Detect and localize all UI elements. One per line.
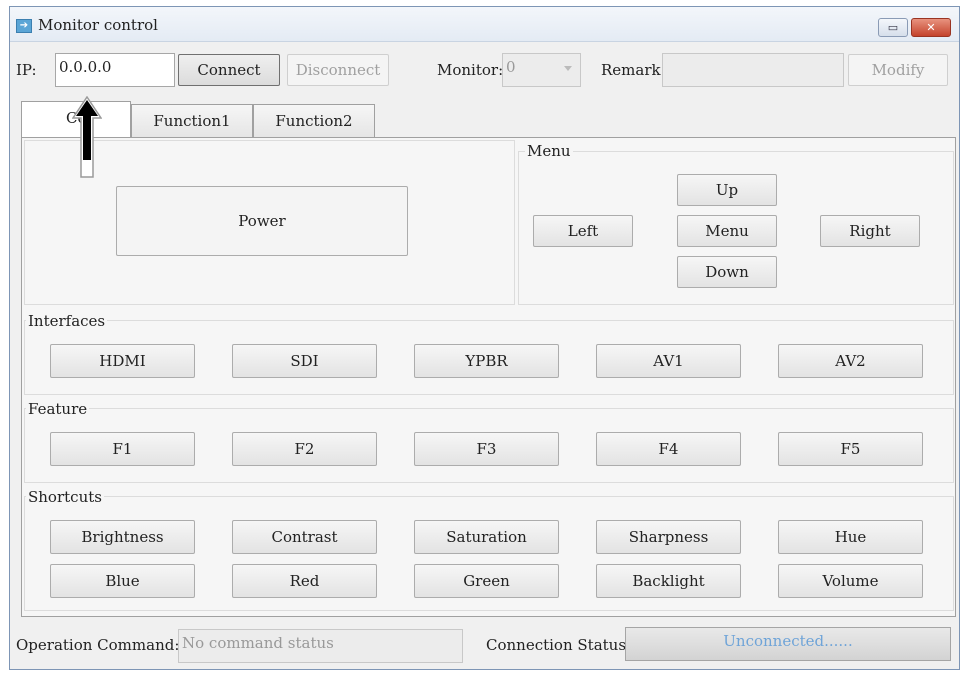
operation-command-label: Operation Command: xyxy=(16,636,180,654)
disconnect-button[interactable]: Disconnect xyxy=(287,54,389,86)
menu-up-button[interactable]: Up xyxy=(677,174,777,206)
menu-down-button[interactable]: Down xyxy=(677,256,777,288)
shortcut-contrast-button[interactable]: Contrast xyxy=(232,520,377,554)
connection-status-indicator: Unconnected...... xyxy=(625,627,951,661)
control-tab-panel: Power Menu Up Left Menu Right Down Inter… xyxy=(21,137,956,617)
interface-ypbr-button[interactable]: YPBR xyxy=(414,344,559,378)
feature-f3-button[interactable]: F3 xyxy=(414,432,559,466)
interface-av1-button[interactable]: AV1 xyxy=(596,344,741,378)
close-button[interactable]: ✕ xyxy=(911,18,951,37)
app-icon: ➔ xyxy=(16,19,32,33)
shortcut-sharpness-button[interactable]: Sharpness xyxy=(596,520,741,554)
menu-left-button[interactable]: Left xyxy=(533,215,633,247)
shortcut-brightness-button[interactable]: Brightness xyxy=(50,520,195,554)
ip-label: IP: xyxy=(16,61,37,79)
shortcut-hue-button[interactable]: Hue xyxy=(778,520,923,554)
remark-label: Remark: xyxy=(601,61,666,79)
modify-button[interactable]: Modify xyxy=(848,54,948,86)
tab-function1[interactable]: Function1 xyxy=(131,104,253,137)
interface-av2-button[interactable]: AV2 xyxy=(778,344,923,378)
window-title: Monitor control xyxy=(38,16,158,34)
tab-function2[interactable]: Function2 xyxy=(253,104,375,137)
operation-command-field: No command status xyxy=(178,629,463,663)
monitor-label: Monitor: xyxy=(437,61,504,79)
title-bar: ➔ Monitor control ▭ ✕ xyxy=(10,7,959,42)
interface-hdmi-button[interactable]: HDMI xyxy=(50,344,195,378)
menu-group-title: Menu xyxy=(525,142,573,160)
shortcut-saturation-button[interactable]: Saturation xyxy=(414,520,559,554)
feature-f4-button[interactable]: F4 xyxy=(596,432,741,466)
ip-input[interactable]: 0.0.0.0 xyxy=(55,53,175,87)
status-bar: Operation Command: No command status Con… xyxy=(10,617,959,669)
up-arrow-icon xyxy=(71,95,103,178)
monitor-select[interactable]: 0 xyxy=(502,53,581,87)
monitor-select-value: 0 xyxy=(506,58,516,76)
power-button[interactable]: Power xyxy=(116,186,408,256)
remark-input[interactable] xyxy=(662,53,844,87)
interfaces-group-title: Interfaces xyxy=(26,312,108,330)
shortcuts-group-title: Shortcuts xyxy=(26,488,104,506)
shortcut-blue-button[interactable]: Blue xyxy=(50,564,195,598)
interface-sdi-button[interactable]: SDI xyxy=(232,344,377,378)
menu-menu-button[interactable]: Menu xyxy=(677,215,777,247)
feature-f5-button[interactable]: F5 xyxy=(778,432,923,466)
feature-f1-button[interactable]: F1 xyxy=(50,432,195,466)
shortcut-green-button[interactable]: Green xyxy=(414,564,559,598)
shortcut-backlight-button[interactable]: Backlight xyxy=(596,564,741,598)
up-arrow-icon-graphic xyxy=(71,95,103,178)
monitor-control-window: ➔ Monitor control ▭ ✕ IP: 0.0.0.0 Connec… xyxy=(9,6,960,670)
menu-right-button[interactable]: Right xyxy=(820,215,920,247)
shortcut-volume-button[interactable]: Volume xyxy=(778,564,923,598)
feature-group-title: Feature xyxy=(26,400,90,418)
feature-f2-button[interactable]: F2 xyxy=(232,432,377,466)
chevron-down-icon xyxy=(564,66,572,71)
shortcut-red-button[interactable]: Red xyxy=(232,564,377,598)
minimize-button[interactable]: ▭ xyxy=(878,18,908,37)
connect-button[interactable]: Connect xyxy=(178,54,280,86)
connection-status-label: Connection Status: xyxy=(486,636,632,654)
